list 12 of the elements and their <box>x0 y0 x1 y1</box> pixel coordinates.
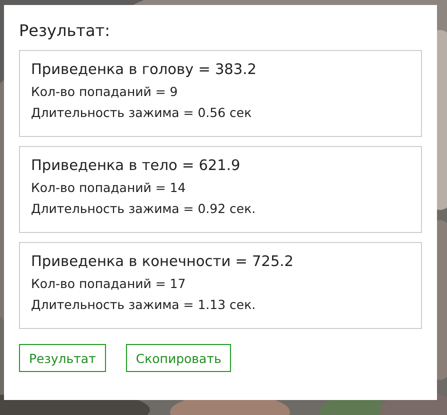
result-line: Длительность зажима = 1.13 сек. <box>31 297 257 312</box>
result-line: Кол-во попаданий = 14 <box>31 180 187 195</box>
result-button[interactable]: Результат <box>19 344 106 372</box>
result-heading: Приведенка в конечности = 725.2 <box>31 254 295 270</box>
result-heading: Приведенка в тело = 621.9 <box>31 158 242 174</box>
result-title: Результат: <box>19 21 111 40</box>
result-heading: Приведенка в голову = 383.2 <box>31 62 258 78</box>
result-line: Длительность зажима = 0.92 сек. <box>31 201 257 216</box>
result-line: Кол-во попаданий = 9 <box>31 84 179 99</box>
result-line: Длительность зажима = 0.56 сек <box>31 105 253 120</box>
copy-button[interactable]: Скопировать <box>126 344 232 372</box>
result-line: Кол-во попаданий = 17 <box>31 276 187 291</box>
